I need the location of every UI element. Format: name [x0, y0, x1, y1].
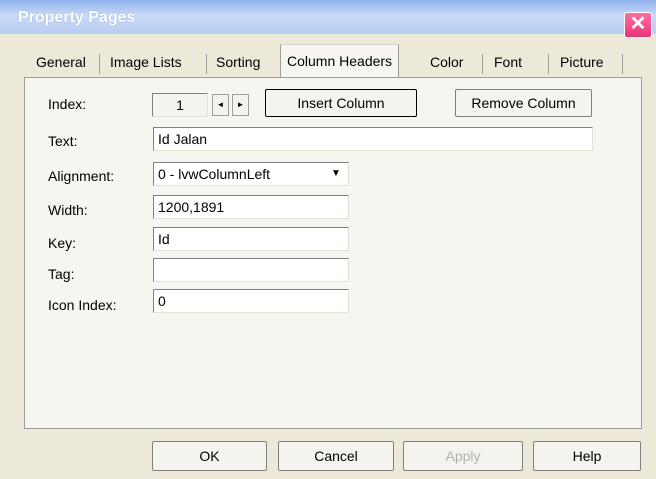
tab-separator [99, 54, 100, 74]
key-input[interactable]: Id [153, 227, 349, 251]
chevron-down-icon[interactable]: ▼ [327, 166, 345, 182]
index-label: Index: [48, 96, 87, 112]
tag-input[interactable] [153, 258, 349, 282]
text-label: Text: [48, 133, 78, 149]
ok-button[interactable]: OK [152, 441, 267, 471]
property-pages-window: Property Pages ✕ General Image Lists Sor… [0, 0, 656, 479]
tab-separator [482, 54, 483, 74]
tab-separator [206, 54, 207, 74]
tab-column-headers[interactable]: Column Headers [280, 44, 400, 77]
tab-font[interactable]: Font [494, 48, 522, 76]
apply-label: Apply [445, 448, 481, 464]
alignment-select[interactable]: 0 - lvwColumnLeft ▼ [153, 162, 349, 186]
window-title: Property Pages [18, 9, 136, 26]
alignment-value: 0 - lvwColumnLeft [158, 166, 271, 182]
apply-button[interactable]: Apply [403, 441, 523, 471]
close-button[interactable]: ✕ [624, 12, 652, 38]
remove-column-button[interactable]: Remove Column [455, 89, 592, 117]
spin-next-button[interactable]: ► [232, 94, 249, 116]
title-bar[interactable]: Property Pages ✕ [0, 0, 656, 38]
insert-column-button[interactable]: Insert Column [265, 89, 417, 117]
icon-index-label: Icon Index: [48, 297, 117, 313]
help-button[interactable]: Help [533, 441, 641, 471]
icon-index-input[interactable]: 0 [153, 289, 349, 313]
width-label: Width: [48, 202, 88, 218]
remove-column-label: Remove Column [471, 95, 576, 111]
spin-previous-button[interactable]: ◄ [212, 94, 229, 116]
tab-strip: General Image Lists Sorting Column Heade… [28, 44, 628, 77]
arrow-left-icon: ◄ [216, 100, 225, 109]
alignment-label: Alignment: [48, 168, 115, 184]
cancel-button[interactable]: Cancel [278, 441, 394, 471]
width-input[interactable]: 1200,1891 [153, 195, 349, 219]
index-value: 1 [152, 93, 208, 117]
tab-color[interactable]: Color [430, 48, 463, 76]
tab-general[interactable]: General [36, 48, 86, 76]
cancel-label: Cancel [314, 448, 358, 464]
ok-label: OK [199, 448, 220, 464]
tab-image-lists[interactable]: Image Lists [110, 48, 182, 76]
tag-label: Tag: [48, 266, 75, 282]
insert-column-label: Insert Column [297, 95, 385, 111]
tab-sorting[interactable]: Sorting [216, 48, 260, 76]
tab-picture[interactable]: Picture [560, 48, 604, 76]
tab-separator [548, 54, 549, 74]
close-icon: ✕ [629, 13, 647, 35]
tab-separator [622, 54, 623, 74]
arrow-right-icon: ► [236, 100, 245, 109]
text-input[interactable]: Id Jalan [153, 127, 593, 151]
help-label: Help [572, 448, 602, 464]
key-label: Key: [48, 235, 77, 251]
